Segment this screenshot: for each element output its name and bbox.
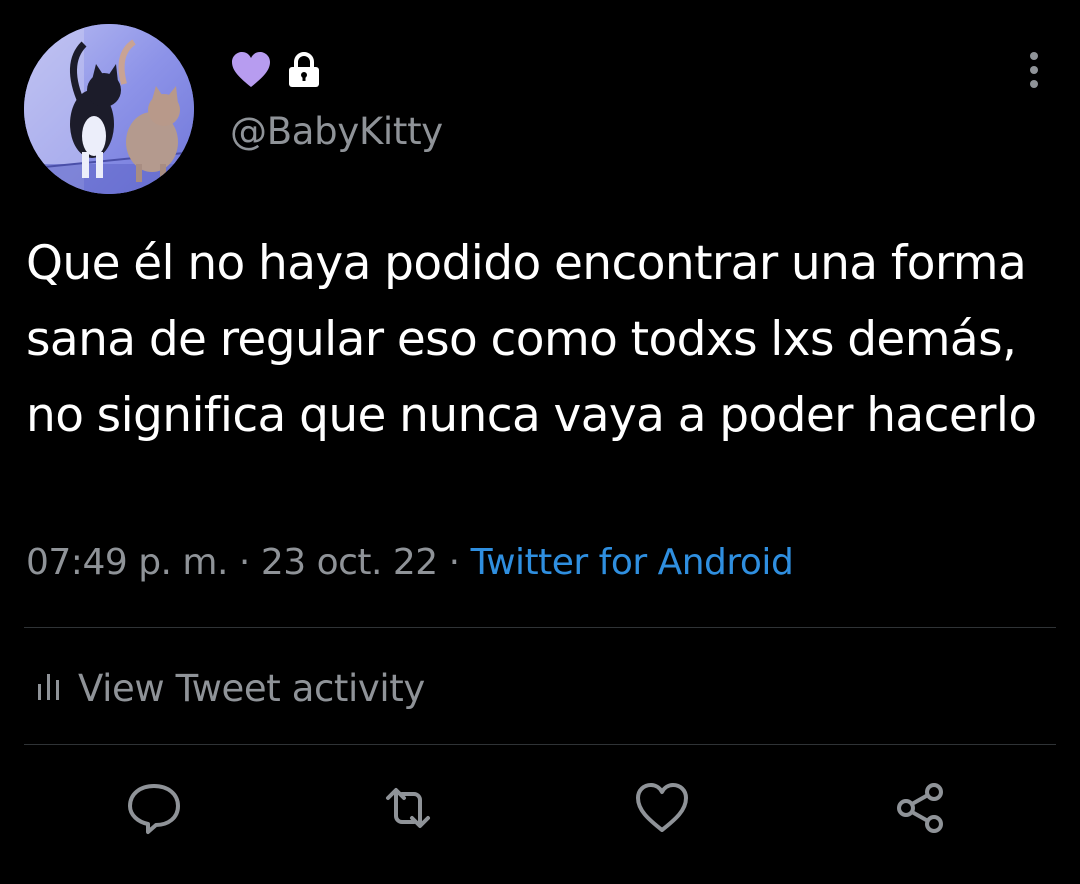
- tweet-source-link[interactable]: Twitter for Android: [471, 542, 794, 583]
- divider: [24, 627, 1056, 628]
- bar-chart-icon: [36, 670, 64, 706]
- author-handle[interactable]: @BabyKitty: [230, 110, 443, 153]
- author-name-row: [230, 50, 322, 90]
- share-icon[interactable]: [890, 780, 950, 836]
- meta-separator: ·: [238, 542, 250, 583]
- tweet-time: 07:49 p. m.: [26, 542, 228, 583]
- like-icon[interactable]: [632, 780, 692, 836]
- cat-avatar-image: [24, 24, 194, 194]
- tweet-date: 23 oct. 22: [260, 542, 438, 583]
- avatar[interactable]: [24, 24, 194, 194]
- purple-heart-icon: [230, 51, 272, 89]
- more-options-icon[interactable]: [1016, 50, 1052, 90]
- view-tweet-activity-label: View Tweet activity: [78, 666, 425, 710]
- retweet-icon[interactable]: [378, 780, 438, 836]
- tweet-meta: 07:49 p. m. · 23 oct. 22 · Twitter for A…: [26, 542, 794, 583]
- tweet-text: Que él no haya podido encontrar una form…: [26, 236, 1037, 443]
- meta-separator: ·: [448, 542, 460, 583]
- reply-icon[interactable]: [124, 780, 184, 836]
- divider: [24, 744, 1056, 745]
- view-tweet-activity[interactable]: View Tweet activity: [36, 662, 425, 714]
- lock-icon: [286, 51, 322, 89]
